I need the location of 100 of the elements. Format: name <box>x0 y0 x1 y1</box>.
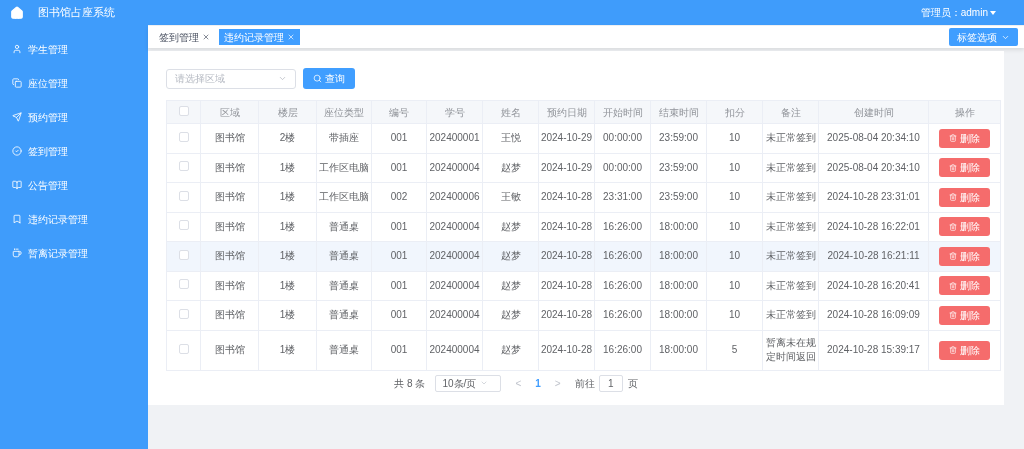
table-cell: 1楼 <box>258 153 317 183</box>
table-cell: 16:26:00 <box>594 330 651 370</box>
column-header: 结束时间 <box>650 100 707 124</box>
sidebar-item[interactable]: 预约管理 <box>0 100 148 134</box>
table-cell: 1楼 <box>258 271 317 301</box>
table-cell: 2025-08-04 20:34:10 <box>818 153 929 183</box>
column-header: 学号 <box>426 100 483 124</box>
table-cell: 16:26:00 <box>594 212 651 242</box>
check-circle-icon <box>12 146 22 156</box>
table-cell: 18:00:00 <box>650 241 707 271</box>
table-row[interactable]: 图书馆 1楼 普通桌 001 202400004 赵梦 2024-10-28 16:26:00 18:00:00 10 未正常签到 2024-10-28 16:09:09 删除 <box>166 300 1001 330</box>
delete-button[interactable]: 删除 <box>939 276 990 296</box>
trash-icon <box>949 311 957 320</box>
sidebar-item[interactable]: 公告管理 <box>0 168 148 202</box>
checkbox[interactable] <box>178 131 189 142</box>
table-cell: 001 <box>371 271 427 301</box>
column-header: 备注 <box>762 100 819 124</box>
table-cell: 2024-10-28 <box>538 271 595 301</box>
table-cell: 未正常签到 <box>762 300 819 330</box>
user-menu[interactable]: 管理员：admin <box>920 5 996 20</box>
page-number[interactable]: 1 <box>535 375 541 391</box>
table-row[interactable]: 图书馆 1楼 普通桌 001 202400004 赵梦 2024-10-28 16:26:00 18:00:00 10 未正常签到 2024-10-28 16:20:41 删除 <box>166 271 1001 301</box>
sidebar-item[interactable]: 签到管理 <box>0 134 148 168</box>
table-cell: 1楼 <box>258 212 317 242</box>
checkbox[interactable] <box>178 105 189 116</box>
cup-icon <box>12 248 22 258</box>
sidebar-item[interactable]: 学生管理 <box>0 32 148 66</box>
table-cell: 202400001 <box>426 123 483 153</box>
table-cell: 未正常签到 <box>762 182 819 212</box>
checkbox[interactable] <box>178 343 189 354</box>
sidebar-item[interactable]: 座位管理 <box>0 66 148 100</box>
sidebar-item[interactable]: 违约记录管理 <box>0 202 148 236</box>
table-cell: 赵梦 <box>482 271 539 301</box>
table-cell: 2024-10-28 16:22:01 <box>818 212 929 242</box>
table-row[interactable]: 图书馆 1楼 工作区电脑 002 202400006 王敏 2024-10-28 23:31:00 23:59:00 10 未正常签到 2024-10-28 23:31:01 删除 <box>166 182 1001 212</box>
home-icon[interactable] <box>10 5 24 20</box>
delete-button[interactable]: 删除 <box>939 340 990 360</box>
delete-button[interactable]: 删除 <box>939 305 990 325</box>
delete-button[interactable]: 删除 <box>939 187 990 207</box>
app-title: 图书馆占座系统 <box>38 5 115 21</box>
delete-button[interactable]: 删除 <box>939 217 990 237</box>
sidebar-item[interactable]: 暂离记录管理 <box>0 236 148 270</box>
table-cell: 赵梦 <box>482 241 539 271</box>
checkbox[interactable] <box>178 308 189 319</box>
table-cell: 2024-10-28 16:21:11 <box>818 241 929 271</box>
table-cell: 16:26:00 <box>594 271 651 301</box>
prev-page-button[interactable]: < <box>511 375 526 391</box>
delete-button[interactable]: 删除 <box>939 128 990 148</box>
delete-button[interactable]: 删除 <box>939 246 990 266</box>
table-row[interactable]: 图书馆 1楼 工作区电脑 001 202400004 赵梦 2024-10-29 00:00:00 23:59:00 10 未正常签到 2025-08-04 20:34:10 删除 <box>166 153 1001 183</box>
table-cell: 23:59:00 <box>650 182 707 212</box>
table-cell: 18:00:00 <box>650 300 707 330</box>
caret-icon <box>990 10 996 15</box>
page-input[interactable]: 1 <box>598 374 623 392</box>
table-cell: 00:00:00 <box>594 123 651 153</box>
chevron-down-icon <box>278 74 287 83</box>
table-cell: 001 <box>371 212 427 242</box>
table-cell: 001 <box>371 153 427 183</box>
column-header: 操作 <box>928 100 1001 124</box>
table-cell: 未正常签到 <box>762 153 819 183</box>
table-row[interactable]: 图书馆 1楼 普通桌 001 202400004 赵梦 2024-10-28 16:26:00 18:00:00 5 暂离未在规定时间返回 2024-10-28 15:39:17 删除 <box>166 330 1001 370</box>
table-cell: 23:59:00 <box>650 123 707 153</box>
page-unit: 页 <box>627 376 638 391</box>
delete-button[interactable]: 删除 <box>939 158 990 178</box>
table-row[interactable]: 图书馆 1楼 普通桌 001 202400004 赵梦 2024-10-28 16:26:00 18:00:00 10 未正常签到 2024-10-28 16:21:11 删除 <box>166 241 1001 271</box>
trash-icon <box>949 252 957 261</box>
column-header: 开始时间 <box>594 100 651 124</box>
tab[interactable]: 违约记录管理 <box>219 29 300 45</box>
table-cell: 2024-10-28 <box>538 212 595 242</box>
table-row[interactable]: 图书馆 1楼 普通桌 001 202400004 赵梦 2024-10-28 16:26:00 18:00:00 10 未正常签到 2024-10-28 16:22:01 删除 <box>166 212 1001 242</box>
page-size-select[interactable]: 10条/页 <box>435 374 502 392</box>
table-cell: 001 <box>371 330 427 370</box>
user-icon <box>12 44 22 54</box>
trash-icon <box>949 163 957 172</box>
trash-icon <box>949 222 957 231</box>
close-icon[interactable] <box>202 33 210 41</box>
table-cell: 001 <box>371 300 427 330</box>
table-cell: 王敏 <box>482 182 539 212</box>
table-cell: 202400006 <box>426 182 483 212</box>
checkbox[interactable] <box>178 279 189 290</box>
table-cell: 2024-10-28 16:09:09 <box>818 300 929 330</box>
table-cell: 普通桌 <box>316 271 372 301</box>
table-cell: 2楼 <box>258 123 317 153</box>
table-cell: 赵梦 <box>482 153 539 183</box>
table-cell: 16:26:00 <box>594 300 651 330</box>
checkbox[interactable] <box>178 249 189 260</box>
area-select[interactable]: 请选择区域 <box>166 68 296 89</box>
table-cell: 5 <box>706 330 763 370</box>
tab-options-button[interactable]: 标签选项 <box>949 28 1018 46</box>
table-cell: 图书馆 <box>200 271 259 301</box>
checkbox[interactable] <box>178 161 189 172</box>
table-cell: 1楼 <box>258 182 317 212</box>
table-row[interactable]: 图书馆 2楼 带插座 001 202400001 王悦 2024-10-29 00:00:00 23:59:00 10 未正常签到 2025-08-04 20:34:10 删除 <box>166 123 1001 153</box>
copy-icon <box>12 78 22 88</box>
checkbox[interactable] <box>178 220 189 231</box>
search-button[interactable]: 查询 <box>303 68 355 89</box>
next-page-button[interactable]: > <box>550 375 565 391</box>
checkbox[interactable] <box>178 190 189 201</box>
table-cell: 00:00:00 <box>594 153 651 183</box>
table-cell: 2024-10-28 23:31:01 <box>818 182 929 212</box>
